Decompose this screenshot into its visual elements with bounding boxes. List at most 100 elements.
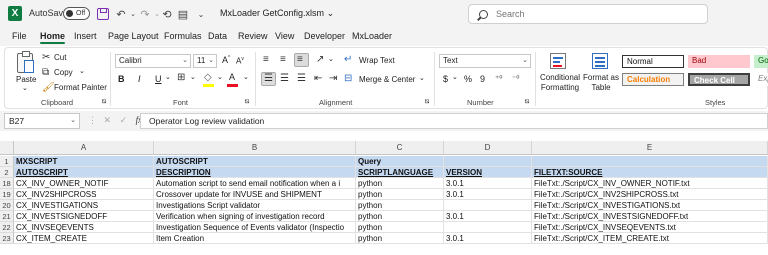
table-cell[interactable]: CX_INVESTSIGNEDOFF [14, 211, 154, 222]
currency-button[interactable]: $ [443, 74, 448, 84]
fill-color-icon[interactable]: ◇ [204, 72, 212, 84]
style-good[interactable]: Good [754, 55, 768, 68]
tab-insert[interactable]: Insert [74, 31, 97, 41]
table-cell[interactable]: 3.0.1 [444, 178, 532, 189]
align-bottom-button[interactable]: ≡ [294, 53, 309, 67]
chevron-down-icon[interactable]: ⌄ [419, 74, 425, 82]
formula-input[interactable]: Operator Log review validation [140, 113, 768, 129]
style-calculation[interactable]: Calculation [622, 73, 684, 86]
table-cell[interactable]: AUTOSCRIPT [154, 156, 356, 167]
style-bad[interactable]: Bad [688, 55, 750, 68]
clipboard-launcher-icon[interactable]: ⧅ [102, 96, 106, 108]
table-cell[interactable] [444, 222, 532, 233]
table-cell[interactable] [444, 200, 532, 211]
row-header[interactable]: 2 [0, 167, 14, 178]
row-header[interactable]: 22 [0, 222, 14, 233]
search-input[interactable] [496, 9, 676, 19]
table-cell[interactable]: FileTxt:./Script/CX_INVESTSIGNEDOFF.txt [532, 211, 768, 222]
table-cell[interactable]: 3.0.1 [444, 189, 532, 200]
form-icon[interactable]: ▤ [176, 6, 190, 22]
more-options-icon[interactable]: ⋮ [88, 115, 97, 125]
table-cell[interactable]: AUTOSCRIPT [14, 167, 154, 178]
align-left-button[interactable]: ☰ [261, 72, 276, 86]
table-cell[interactable]: FILETXT:SOURCE [532, 167, 768, 178]
copy-dropdown-icon[interactable]: ⌄ [79, 67, 85, 75]
tab-file[interactable]: File [12, 31, 27, 41]
row-header[interactable]: 19 [0, 189, 14, 200]
table-cell[interactable]: CX_INV2SHIPCROSS [14, 189, 154, 200]
table-cell[interactable]: python [356, 200, 444, 211]
format-as-table-button[interactable]: Format as Table [583, 73, 619, 93]
style-explanatory[interactable]: Expla [754, 73, 768, 86]
table-cell[interactable]: FileTxt:./Script/CX_INV_OWNER_NOTIF.txt [532, 178, 768, 189]
table-cell[interactable]: Crossover update for INVUSE and SHIPMENT [154, 189, 356, 200]
table-cell[interactable]: python [356, 178, 444, 189]
tab-formulas[interactable]: Formulas [164, 31, 202, 41]
paste-button[interactable]: Paste [16, 75, 36, 84]
column-header-e[interactable]: E [532, 141, 768, 155]
table-cell[interactable]: VERSION [444, 167, 532, 178]
tab-page-layout[interactable]: Page Layout [108, 31, 159, 41]
alignment-launcher-icon[interactable]: ⧅ [425, 96, 429, 108]
increase-indent-icon[interactable]: ⇥ [329, 73, 337, 85]
table-cell[interactable]: FileTxt:./Script/CX_INVSEQEVENTS.txt [532, 222, 768, 233]
refresh-icon[interactable]: ⟲ [160, 6, 174, 22]
tab-view[interactable]: View [275, 31, 294, 41]
decrease-decimal-icon[interactable]: ⁻⁰ [512, 73, 519, 85]
table-cell[interactable]: CX_INV_OWNER_NOTIF [14, 178, 154, 189]
table-cell[interactable]: 3.0.1 [444, 233, 532, 244]
conditional-formatting-button[interactable]: Conditional Formatting [537, 73, 583, 93]
shrink-font-button[interactable]: Av [236, 56, 244, 66]
row-header[interactable]: 21 [0, 211, 14, 222]
style-check-cell[interactable]: Check Cell [688, 73, 750, 86]
tab-developer[interactable]: Developer [304, 31, 345, 41]
orientation-icon[interactable]: ↗ [316, 54, 324, 66]
column-header-a[interactable]: A [14, 141, 154, 155]
chevron-down-icon[interactable]: ⌄ [217, 73, 223, 81]
font-color-icon[interactable]: A [229, 72, 235, 82]
align-top-icon[interactable]: ≡ [263, 54, 269, 66]
chevron-down-icon[interactable]: ⌄ [190, 73, 196, 81]
row-header[interactable]: 1 [0, 156, 14, 167]
paste-icon[interactable] [17, 51, 34, 73]
italic-button[interactable]: I [138, 74, 141, 84]
table-cell[interactable]: Query [356, 156, 444, 167]
table-cell[interactable]: python [356, 211, 444, 222]
search-box[interactable] [468, 4, 708, 24]
chevron-down-icon[interactable]: ⌄ [243, 73, 249, 81]
tab-home[interactable]: Home [40, 31, 66, 44]
table-cell[interactable]: Item Creation [154, 233, 356, 244]
decrease-indent-icon[interactable]: ⇤ [314, 73, 322, 85]
table-cell[interactable]: Verification when signing of investigati… [154, 211, 356, 222]
column-header-d[interactable]: D [444, 141, 532, 155]
table-cell[interactable]: FileTxt:./Script/CX_ITEM_CREATE.txt [532, 233, 768, 244]
percent-button[interactable]: % [464, 74, 472, 84]
autosave-toggle[interactable]: Off [63, 7, 90, 20]
cut-button[interactable]: Cut [54, 53, 66, 62]
align-right-icon[interactable]: ☰ [297, 73, 306, 85]
table-cell[interactable]: CX_INVSEQEVENTS [14, 222, 154, 233]
merge-center-button[interactable]: Merge & Center [359, 75, 415, 84]
file-title[interactable]: MxLoader GetConfig.xlsm ⌄ [220, 8, 334, 19]
enter-icon[interactable]: ✓ [120, 115, 128, 125]
column-header-b[interactable]: B [154, 141, 356, 155]
column-header-c[interactable]: C [356, 141, 444, 155]
borders-icon[interactable]: ⊞ [177, 72, 185, 84]
style-normal[interactable]: Normal [622, 55, 684, 68]
number-format-select[interactable]: Text ⌄ [439, 54, 531, 68]
increase-decimal-icon[interactable]: ⁺⁰ [495, 73, 502, 85]
underline-button[interactable]: U [155, 74, 162, 84]
align-center-icon[interactable]: ☰ [280, 73, 289, 85]
row-header[interactable]: 20 [0, 200, 14, 211]
align-middle-icon[interactable]: ≡ [280, 54, 286, 66]
save-icon[interactable] [96, 6, 110, 22]
tab-data[interactable]: Data [208, 31, 227, 41]
customize-toolbar-icon[interactable]: ⌄ [194, 6, 208, 22]
comma-button[interactable]: 9 [480, 74, 485, 84]
row-header[interactable]: 23 [0, 233, 14, 244]
chevron-down-icon[interactable]: ⌄ [328, 55, 334, 63]
table-cell[interactable]: python [356, 233, 444, 244]
number-launcher-icon[interactable]: ⧅ [525, 96, 529, 108]
paste-dropdown-icon[interactable]: ⌄ [22, 84, 28, 92]
table-cell[interactable] [532, 156, 768, 167]
